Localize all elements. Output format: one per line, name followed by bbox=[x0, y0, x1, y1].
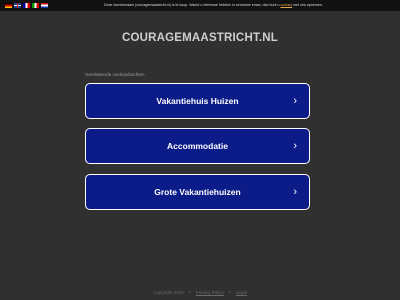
related-link-vakantiehuis-huizen[interactable]: Vakantiehuis Huizen › bbox=[85, 83, 310, 119]
top-notice-bar: Deze domeinnaam (couragemaastricht.nl) i… bbox=[0, 0, 400, 11]
related-link-grote-vakantiehuizen[interactable]: Grote Vakantiehuizen › bbox=[85, 174, 310, 210]
related-link-label: Accommodatie bbox=[167, 141, 228, 151]
notice-tail: met ons opnemen. bbox=[292, 3, 323, 7]
related-link-label: Grote Vakantiehuizen bbox=[154, 187, 241, 197]
chevron-right-icon: › bbox=[293, 95, 297, 107]
chevron-right-icon: › bbox=[293, 140, 297, 152]
chevron-right-icon: › bbox=[293, 186, 297, 198]
legal-link[interactable]: Legal bbox=[236, 290, 247, 295]
language-flags bbox=[5, 3, 48, 8]
domain-sale-notice: Deze domeinnaam (couragemaastricht.nl) i… bbox=[104, 3, 323, 8]
footer-separator: • bbox=[229, 290, 231, 295]
flag-dutch-icon[interactable] bbox=[41, 3, 48, 8]
related-link-accommodatie[interactable]: Accommodatie › bbox=[85, 128, 310, 164]
flag-italian-icon[interactable] bbox=[32, 3, 39, 8]
footer: Copyright 2025 • Privacy Policy • Legal bbox=[0, 290, 400, 295]
contact-link[interactable]: contact bbox=[280, 3, 292, 7]
flag-german-icon[interactable] bbox=[5, 3, 12, 8]
notice-text: Deze domeinnaam (couragemaastricht.nl) i… bbox=[104, 3, 281, 7]
flag-english-icon[interactable] bbox=[14, 3, 21, 8]
flag-french-icon[interactable] bbox=[23, 3, 30, 8]
footer-separator: • bbox=[188, 290, 191, 295]
copyright-text: Copyright 2025 bbox=[153, 290, 184, 295]
privacy-policy-link[interactable]: Privacy Policy bbox=[196, 290, 224, 295]
related-link-label: Vakantiehuis Huizen bbox=[156, 96, 239, 106]
related-searches-label: Gerelateerde zoekopdrachten bbox=[85, 72, 145, 77]
site-title: COURAGEMAASTRICHT.NL bbox=[121, 32, 279, 44]
